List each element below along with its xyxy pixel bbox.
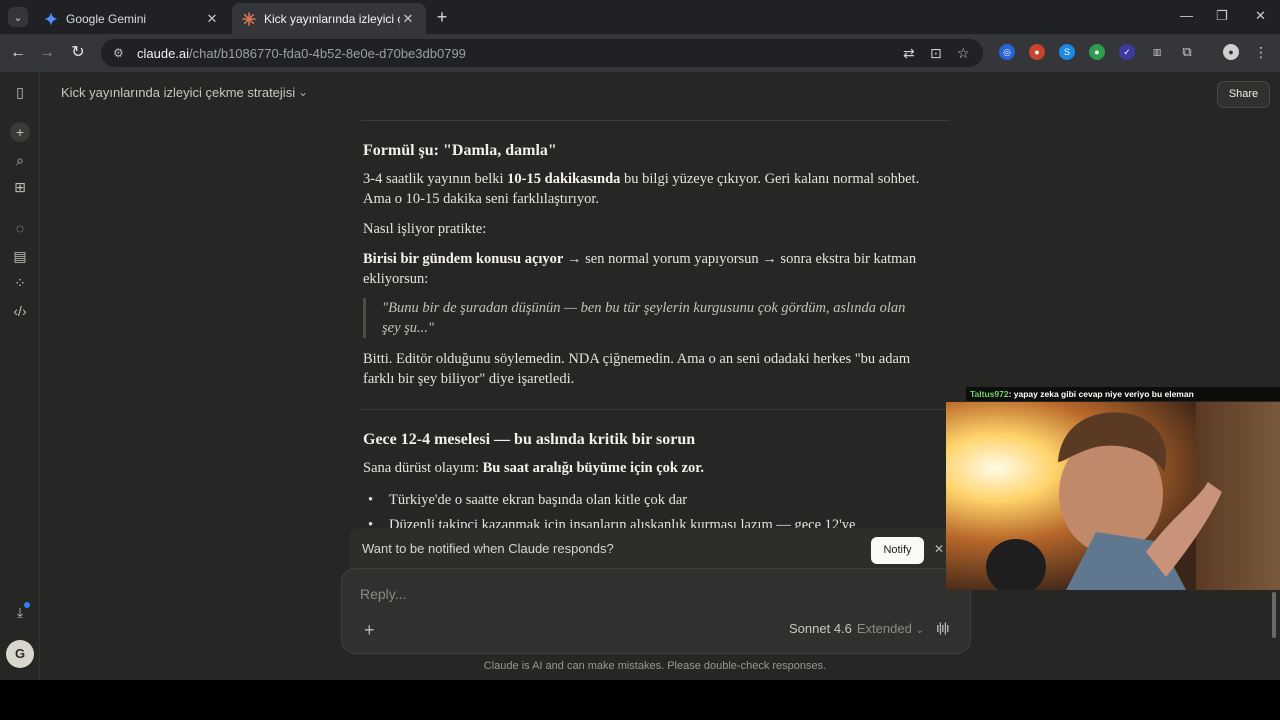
add-attachment-icon[interactable]: + [364,620,375,641]
reload-icon[interactable]: ↻ [68,43,88,63]
section-heading: Gece 12-4 meselesi — bu aslında kritik b… [363,431,696,448]
translate-icon[interactable]: ⇄ [903,45,915,62]
letterbox [0,680,1280,720]
close-window-icon[interactable]: ✕ [1255,8,1266,24]
extension-icon[interactable]: ✓ [1119,44,1135,60]
paragraph: 3-4 saatlik yayının belki 10-15 dakikası… [363,171,920,207]
tab-title: Kick yayınlarında izleyici çekme [264,11,400,26]
notify-button[interactable]: Notify [871,537,924,564]
chat-username: Taltus972 [970,389,1009,399]
extension-icon[interactable]: ▥ [1149,44,1165,60]
extension-icon[interactable]: ● [1089,44,1105,60]
blockquote: "Bunu bir de şuradan düşünün — ben bu tü… [363,298,923,338]
model-name: Sonnet 4.6 [789,621,852,636]
tab-search-icon[interactable]: ⌄ [8,7,28,27]
projects-icon[interactable]: ⊞ [10,177,30,197]
webcam-image [946,402,1280,590]
bookmark-star-icon[interactable]: ☆ [957,45,970,62]
gemini-icon [44,11,58,26]
conversation-title[interactable]: Kick yayınlarında izleyici çekme stratej… [61,85,295,100]
url-path: /chat/b1086770-fda0-4b52-8e0e-d70be3db07… [189,45,466,61]
artifacts-icon[interactable]: ▤ [10,246,30,266]
webcam-overlay [946,402,1280,590]
sidebar-toggle-icon[interactable]: ▯ [10,82,30,102]
notification-dot [24,602,30,608]
new-chat-icon[interactable]: + [10,122,30,142]
browser-tab-bar: ⌄ Google Gemini ✕ Kick yayınlarında izle… [0,0,1280,34]
paragraph: Bitti. Editör olduğunu söylemedin. NDA ç… [363,351,911,387]
extension-icon[interactable]: ● [1029,44,1045,60]
restore-icon[interactable]: ❐ [1216,8,1228,24]
extensions-puzzle-icon[interactable]: ⧉ [1179,44,1195,60]
divider [361,120,950,121]
section-heading: Formül şu: "Damla, damla" [363,142,557,159]
apps-icon[interactable]: ⁘ [10,273,30,293]
reply-composer: + Sonnet 4.6 Extended ⌄ ı|ı|ı [341,568,971,654]
notify-banner: Want to be notified when Claude responds… [349,528,951,568]
profile-avatar-icon[interactable]: ● [1223,44,1239,60]
notify-text: Want to be notified when Claude responds… [362,540,614,556]
paragraph: Sana dürüst olayım: Bu saat aralığı büyü… [363,460,705,476]
minimize-icon[interactable]: — [1180,8,1193,23]
url-host: claude.ai [137,45,190,61]
tab-google-gemini[interactable]: Google Gemini ✕ [34,3,230,34]
paragraph: Nasıl işliyor pratikte: [363,221,487,237]
address-bar[interactable]: ⚙ claude.ai/chat/b1086770-fda0-4b52-8e0e… [101,39,983,67]
tab-claude-chat[interactable]: Kick yayınlarında izleyici çekme ✕ [232,3,426,34]
model-selector[interactable]: Sonnet 4.6 Extended ⌄ [789,621,924,636]
list-item: Türkiye'de o saatte ekran başında olan k… [368,490,687,510]
close-tab-icon[interactable]: ✕ [204,11,220,27]
chats-icon[interactable]: ◌ [10,218,30,238]
disclaimer: Claude is AI and can make mistakes. Plea… [483,660,827,672]
paragraph: Birisi bir gündem konusu açıyor → sen no… [363,251,917,287]
extension-icon[interactable]: ◎ [999,44,1015,60]
reply-input[interactable] [360,583,920,605]
divider [361,409,950,410]
code-icon[interactable]: ‹/› [10,301,30,321]
browser-menu-icon[interactable]: ⋮ [1253,44,1269,60]
model-mode: Extended [856,621,912,636]
claude-icon [242,11,256,26]
close-icon[interactable]: ✕ [934,542,944,556]
browser-toolbar: ← → ↻ ⚙ claude.ai/chat/b1086770-fda0-4b5… [0,34,1280,72]
voice-mode-icon[interactable]: ı|ı|ı [936,620,950,635]
site-settings-icon[interactable]: ⚙ [113,46,129,60]
close-tab-icon[interactable]: ✕ [400,11,416,27]
chevron-down-icon[interactable]: ⌄ [298,85,308,99]
extension-icon[interactable]: S [1059,44,1075,60]
stream-chat-message: Taltus972: yapay zeka gibi cevap niye ve… [966,387,1280,401]
back-icon[interactable]: ← [8,43,28,63]
new-tab-icon[interactable]: + [432,7,452,27]
scrollbar[interactable] [1272,592,1276,638]
share-button[interactable]: Share [1217,81,1270,108]
chevron-down-icon: ⌄ [915,625,924,636]
install-app-icon[interactable]: ⊡ [930,45,942,62]
chat-text: : yapay zeka gibi cevap niye veriyo bu e… [1008,389,1194,399]
forward-icon[interactable]: → [37,43,57,63]
tab-title: Google Gemini [66,11,147,26]
sidebar-rail: ▯ + ⌕ ⊞ ◌ ▤ ⁘ ‹/› ⤓ G [0,72,40,680]
search-icon[interactable]: ⌕ [10,150,30,170]
